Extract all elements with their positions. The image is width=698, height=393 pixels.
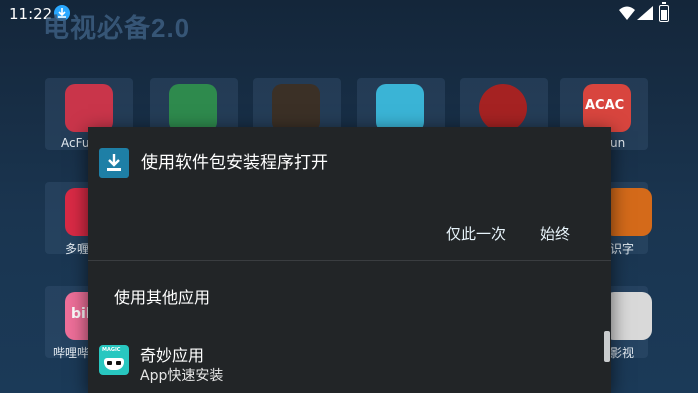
open-with-dialog: 使用软件包安装程序打开 仅此一次 始终 使用其他应用 MAGIC 奇妙应用 Ap… xyxy=(88,127,611,393)
yingshi-icon xyxy=(604,292,652,340)
app-label: un xyxy=(610,136,626,150)
app-title: 电视必备2.0 xyxy=(43,13,191,43)
play-app-icon xyxy=(376,84,424,132)
other-apps-label: 使用其他应用 xyxy=(114,288,211,307)
app-label: 影视 xyxy=(610,346,635,360)
just-once-button[interactable]: 仅此一次 xyxy=(446,223,506,244)
app-label: 哔哩哔 xyxy=(53,346,90,360)
wifi-icon xyxy=(619,6,635,20)
app-label: 识字 xyxy=(610,242,635,256)
dialog-title: 使用软件包安装程序打开 xyxy=(141,153,328,173)
acac-icon: ACAC xyxy=(583,84,631,132)
acac-icon-text: ACAC xyxy=(585,98,625,113)
app-label: 多喱 xyxy=(65,242,90,256)
acfun-icon xyxy=(65,84,113,132)
app-option-subtitle: App快速安装 xyxy=(140,368,224,384)
tv-icon xyxy=(169,84,217,132)
app-option-magic[interactable]: MAGIC 奇妙应用 App快速安装 xyxy=(88,334,611,393)
shizi-icon xyxy=(604,188,652,236)
magic-app-icon-text: MAGIC xyxy=(102,347,121,353)
package-installer-icon xyxy=(99,148,129,178)
battery-icon xyxy=(659,2,669,22)
signal-icon xyxy=(637,6,653,20)
always-button[interactable]: 始终 xyxy=(540,223,570,244)
scrollbar-handle[interactable] xyxy=(604,331,610,362)
divider xyxy=(88,260,611,261)
video-app-icon xyxy=(272,84,320,132)
app-option-name: 奇妙应用 xyxy=(140,346,205,365)
vinyl-icon xyxy=(479,84,527,132)
magic-app-icon: MAGIC xyxy=(99,345,129,375)
